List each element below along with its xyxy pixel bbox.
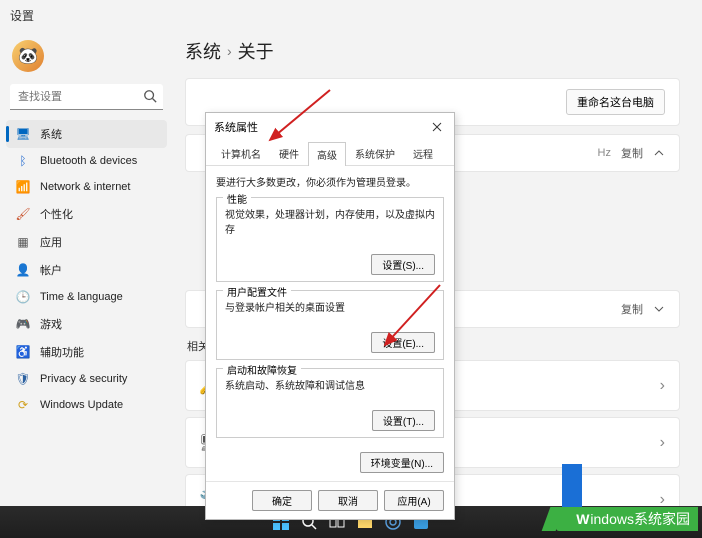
- copy-label-1[interactable]: 复制: [621, 145, 643, 161]
- group-desc: 视觉效果，处理器计划，内存使用，以及虚拟内存: [225, 206, 435, 236]
- tab-2[interactable]: 高级: [308, 142, 346, 166]
- watermark: Windows系统家园: [556, 507, 698, 531]
- dialog-note: 要进行大多数更改，你必须作为管理员登录。: [216, 174, 444, 189]
- chevron-up-icon: [653, 147, 665, 159]
- cancel-button[interactable]: 取消: [318, 490, 378, 511]
- dialog-groups: 性能视觉效果，处理器计划，内存使用，以及虚拟内存设置(S)...用户配置文件与登…: [216, 197, 444, 438]
- sidebar-item-label: Bluetooth & devices: [40, 155, 137, 167]
- close-icon: [432, 122, 442, 132]
- rename-pc-button[interactable]: 重命名这台电脑: [566, 89, 665, 115]
- group-1: 用户配置文件与登录帐户相关的桌面设置设置(E)...: [216, 290, 444, 360]
- sidebar-item-8[interactable]: ♿ 辅助功能: [6, 338, 167, 366]
- sidebar-item-label: 个性化: [40, 206, 73, 222]
- ok-button[interactable]: 确定: [252, 490, 312, 511]
- nav-list: 🖥 系统 ᛒ Bluetooth & devices 📶 Network & intern…: [6, 120, 167, 418]
- group-legend: 启动和故障恢复: [223, 362, 301, 377]
- group-legend: 性能: [223, 191, 251, 206]
- search-box: [10, 84, 163, 110]
- sidebar-item-label: Network & internet: [40, 181, 130, 193]
- sidebar-item-5[interactable]: 👤 帐户: [6, 256, 167, 284]
- sidebar-item-label: 帐户: [40, 262, 62, 278]
- sidebar-item-9[interactable]: 🛡 Privacy & security: [6, 366, 167, 392]
- group-2: 启动和故障恢复系统启动、系统故障和调试信息设置(T)...: [216, 368, 444, 438]
- watermark-text: indows系统家园: [590, 509, 690, 529]
- dialog-tabs: 计算机名硬件高级系统保护远程: [206, 141, 454, 166]
- env-vars-button[interactable]: 环境变量(N)...: [360, 452, 444, 473]
- game-icon: 🎮: [16, 317, 30, 331]
- dialog-footer: 确定 取消 应用(A): [206, 481, 454, 519]
- tab-4[interactable]: 远程: [404, 141, 442, 165]
- dialog-title: 系统属性: [214, 119, 258, 135]
- sidebar-item-6[interactable]: 🕒 Time & language: [6, 284, 167, 310]
- user-icon: 👤: [16, 263, 30, 277]
- breadcrumb-root[interactable]: 系统: [185, 38, 221, 64]
- window-title: 设置: [10, 7, 34, 24]
- group-settings-button-0[interactable]: 设置(S)...: [371, 254, 435, 275]
- sidebar-item-label: 游戏: [40, 316, 62, 332]
- dialog-titlebar: 系统属性: [206, 113, 454, 141]
- chevron-right-icon: ›: [227, 43, 232, 59]
- search-input[interactable]: [10, 84, 163, 110]
- avatar: 🐼: [12, 40, 44, 72]
- group-legend: 用户配置文件: [223, 284, 291, 299]
- chevron-right-icon: ›: [660, 434, 665, 452]
- sidebar-item-10[interactable]: ⟳ Windows Update: [6, 392, 167, 418]
- sidebar-item-4[interactable]: ▦ 应用: [6, 228, 167, 256]
- dialog-body: 要进行大多数更改，你必须作为管理员登录。 性能视觉效果，处理器计划，内存使用，以…: [206, 166, 454, 452]
- chevron-down-icon: [653, 303, 665, 315]
- clock-icon: 🕒: [16, 290, 30, 304]
- system-properties-dialog: 系统属性 计算机名硬件高级系统保护远程 要进行大多数更改，你必须作为管理员登录。…: [205, 112, 455, 520]
- chevron-right-icon: ›: [660, 491, 665, 507]
- tab-1[interactable]: 硬件: [270, 141, 308, 165]
- wifi-icon: 📶: [16, 180, 30, 194]
- group-settings-button-1[interactable]: 设置(E)...: [371, 332, 435, 353]
- chevron-right-icon: ›: [660, 377, 665, 395]
- sidebar-item-7[interactable]: 🎮 游戏: [6, 310, 167, 338]
- sidebar-item-label: 系统: [40, 126, 62, 142]
- copy-label-2[interactable]: 复制: [621, 301, 643, 317]
- update-icon: ⟳: [16, 398, 30, 412]
- sidebar-item-label: 应用: [40, 234, 62, 250]
- close-button[interactable]: [428, 118, 446, 136]
- display-icon: 🖥: [16, 127, 30, 141]
- sidebar-item-label: 辅助功能: [40, 344, 84, 360]
- search-icon: [143, 89, 157, 103]
- group-desc: 系统启动、系统故障和调试信息: [225, 377, 435, 392]
- tab-0[interactable]: 计算机名: [212, 141, 270, 165]
- sidebar-item-label: Windows Update: [40, 399, 123, 411]
- group-0: 性能视觉效果，处理器计划，内存使用，以及虚拟内存设置(S)...: [216, 197, 444, 282]
- user-row[interactable]: 🐼: [6, 36, 167, 76]
- group-settings-button-2[interactable]: 设置(T)...: [372, 410, 435, 431]
- sidebar: 🐼 🖥 系统 ᛒ Bluetooth & devices 📶 Network & inte…: [0, 30, 175, 506]
- brush-icon: 🖌: [16, 207, 30, 221]
- sidebar-item-1[interactable]: ᛒ Bluetooth & devices: [6, 148, 167, 174]
- shield-icon: 🛡: [16, 372, 30, 386]
- env-row: 环境变量(N)...: [206, 452, 454, 481]
- bluetooth-icon: ᛒ: [16, 154, 30, 168]
- sidebar-item-label: Time & language: [40, 291, 123, 303]
- tab-3[interactable]: 系统保护: [346, 141, 404, 165]
- group-desc: 与登录帐户相关的桌面设置: [225, 299, 435, 314]
- breadcrumb: 系统 › 关于: [185, 38, 680, 64]
- sidebar-item-0[interactable]: 🖥 系统: [6, 120, 167, 148]
- apply-button[interactable]: 应用(A): [384, 490, 444, 511]
- sidebar-item-label: Privacy & security: [40, 373, 127, 385]
- breadcrumb-current: 关于: [238, 38, 274, 64]
- titlebar: 设置: [0, 0, 702, 30]
- access-icon: ♿: [16, 345, 30, 359]
- apps-icon: ▦: [16, 235, 30, 249]
- sidebar-item-3[interactable]: 🖌 个性化: [6, 200, 167, 228]
- hz-hint: Hz: [598, 147, 611, 159]
- sidebar-item-2[interactable]: 📶 Network & internet: [6, 174, 167, 200]
